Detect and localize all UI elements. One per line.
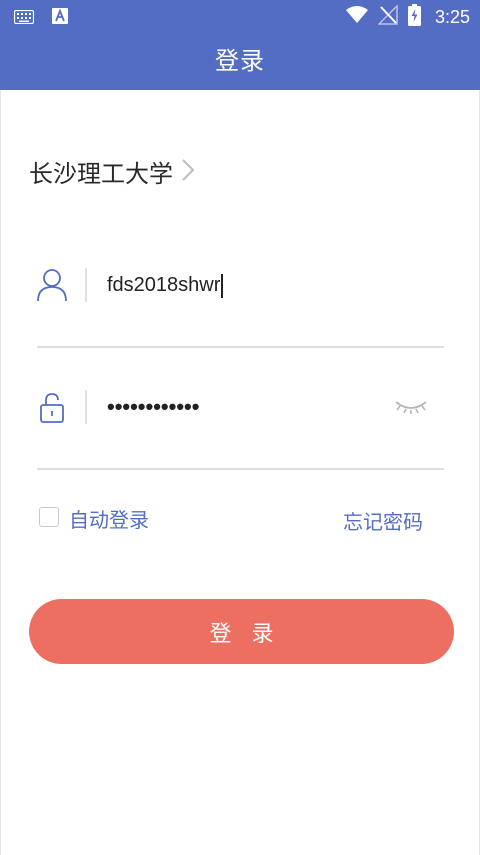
username-underline [37, 346, 444, 348]
title-bar: 登录 [0, 33, 480, 90]
wifi-icon [345, 6, 368, 28]
chevron-right-icon [181, 158, 195, 186]
status-left [13, 8, 68, 28]
field-divider [85, 390, 87, 424]
auto-login-checkbox[interactable] [39, 507, 59, 527]
no-signal-icon [377, 4, 398, 29]
lock-icon [37, 390, 67, 424]
username-input[interactable]: fds2018shwr [107, 268, 397, 302]
options-row: 自动登录 忘记密码 [39, 504, 423, 534]
user-icon [37, 268, 67, 302]
forgot-password-link[interactable]: 忘记密码 [343, 506, 423, 535]
status-time: 3:25 [434, 6, 470, 27]
password-field: •••••••••••• [37, 374, 444, 470]
login-form: 长沙理工大学 fds2018shwr •••••••••••• 自动登录 忘记密… [0, 90, 480, 855]
app-a-icon [52, 8, 68, 28]
battery-charging-icon [407, 4, 421, 30]
school-selector[interactable]: 长沙理工大学 [29, 154, 195, 189]
status-bar: 3:25 [0, 0, 480, 33]
text-cursor [221, 273, 224, 298]
auto-login-label[interactable]: 自动登录 [69, 504, 149, 533]
login-button[interactable]: 登录 [29, 599, 454, 664]
password-input[interactable]: •••••••••••• [107, 390, 397, 424]
school-name: 长沙理工大学 [29, 160, 173, 188]
password-underline [37, 468, 444, 470]
username-field: fds2018shwr [37, 252, 444, 348]
status-right: 3:25 [345, 4, 470, 30]
page-title: 登录 [215, 47, 265, 75]
keyboard-icon [13, 9, 35, 28]
username-value: fds2018shwr [107, 274, 221, 296]
field-divider [85, 268, 87, 302]
eye-closed-icon[interactable] [394, 394, 428, 418]
